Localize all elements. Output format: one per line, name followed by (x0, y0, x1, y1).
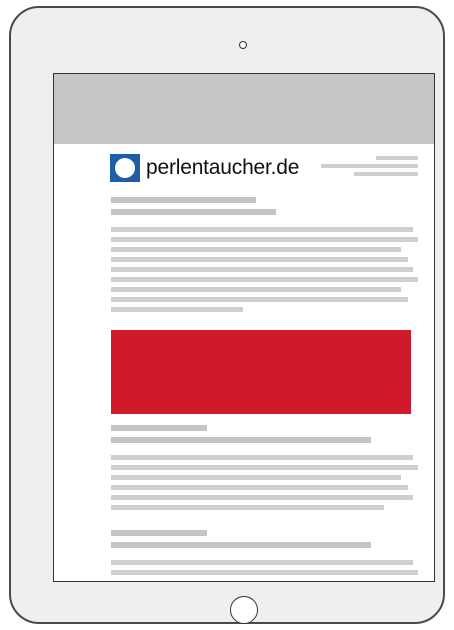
article-heading-line (111, 437, 371, 443)
article-text-line (111, 237, 418, 242)
article-text-line (111, 307, 243, 312)
home-button-icon[interactable] (230, 596, 258, 624)
article-text-line (111, 227, 413, 232)
camera-icon (239, 41, 247, 49)
article-heading-line (111, 425, 207, 431)
article-heading-line (111, 542, 371, 548)
article-text-line (111, 570, 418, 575)
ad-banner[interactable] (111, 330, 411, 414)
article-text-line (111, 505, 384, 510)
screen: perlentaucher.de (53, 73, 435, 582)
article-text-line (111, 277, 418, 282)
article-text-line (111, 485, 408, 490)
header-meta-line (321, 164, 418, 168)
article-text-line (111, 257, 408, 262)
perlentaucher-logo-icon (110, 154, 140, 182)
article-text-line (111, 287, 401, 292)
article-text-line (111, 297, 408, 302)
article-text-line (111, 465, 418, 470)
article-text-line (111, 247, 401, 252)
tablet-frame: perlentaucher.de (9, 6, 445, 624)
article-heading-line (111, 530, 207, 536)
site-name: perlentaucher.de (146, 156, 300, 179)
article-text-line (111, 475, 401, 480)
article-heading-line (111, 209, 276, 215)
header-meta-line (354, 172, 418, 176)
browser-header-bar (54, 74, 434, 144)
article-text-line (111, 495, 413, 500)
header-meta-line (376, 156, 418, 160)
article-heading-line (111, 197, 256, 203)
article-text-line (111, 560, 413, 565)
article-text-line (111, 267, 413, 272)
article-text-line (111, 455, 413, 460)
site-logo[interactable]: perlentaucher.de (110, 154, 299, 182)
